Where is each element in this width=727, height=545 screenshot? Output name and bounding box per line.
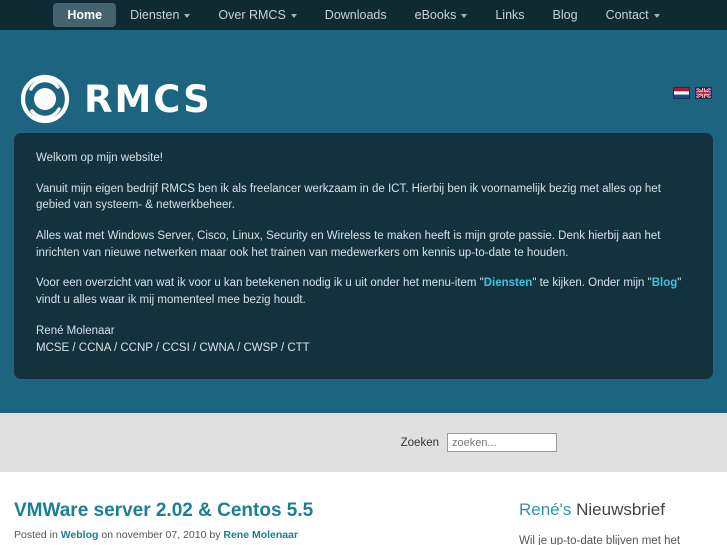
nav-item-diensten[interactable]: Diensten (116, 3, 204, 27)
welcome-paragraph-3: Voor een overzicht van wat ik voor u kan… (36, 275, 691, 308)
search-bar-zone: Zoeken (0, 413, 727, 473)
welcome-p3-part2: " te kijken. Onder mijn " (532, 277, 652, 290)
nav-item-over-rmcs[interactable]: Over RMCS (204, 3, 310, 27)
welcome-panel: Welkom op mijn website! Vanuit mijn eige… (14, 133, 713, 380)
newsletter-title-rest: Nieuwsbrief (571, 500, 665, 520)
newsletter-title-accent: René's (519, 500, 572, 520)
chevron-down-icon (184, 14, 191, 18)
article-meta: Posted in Weblog on november 07, 2010 by… (14, 529, 501, 541)
nav-item-label: Links (495, 8, 525, 22)
chevron-down-icon (290, 14, 297, 18)
link-diensten[interactable]: Diensten (484, 277, 533, 289)
article-title[interactable]: VMWare server 2.02 & Centos 5.5 (14, 500, 501, 522)
nav-item-downloads[interactable]: Downloads (311, 3, 401, 27)
dutch-flag-icon[interactable] (673, 87, 690, 99)
welcome-signature: René Molenaar MCSE / CCNA / CCNP / CCSI … (36, 323, 691, 358)
search-label: Zoeken (400, 436, 439, 449)
meta-prefix: Posted in (14, 529, 61, 542)
main-menu: Home Diensten Over RMCS Downloads eBooks… (53, 3, 673, 27)
welcome-paragraph-2: Alles wat met Windows Server, Cisco, Lin… (36, 230, 661, 259)
nav-item-label: Blog (552, 8, 578, 22)
site-header: RMCS (0, 30, 727, 133)
nav-item-label: Over RMCS (218, 8, 286, 22)
nav-item-label: Diensten (130, 8, 180, 22)
nav-item-label: Contact (605, 8, 649, 22)
main-content: VMWare server 2.02 & Centos 5.5 Posted i… (0, 472, 727, 545)
meta-category-link[interactable]: Weblog (61, 529, 99, 541)
swirl-circle-logo-icon (20, 74, 70, 124)
nav-item-blog[interactable]: Blog (539, 3, 592, 27)
nav-item-links[interactable]: Links (481, 3, 538, 27)
sidebar-column: René's Nieuwsbrief Wil je up-to-date bli… (519, 500, 709, 545)
chevron-down-icon (653, 14, 660, 18)
chevron-down-icon (461, 14, 468, 18)
site-logo[interactable]: RMCS (18, 72, 212, 126)
welcome-paragraph-1: Vanuit mijn eigen bedrijf RMCS ben ik al… (36, 182, 661, 212)
meta-middle: on november 07, 2010 by (98, 529, 224, 542)
signature-name: René Molenaar (36, 324, 115, 337)
signature-certifications: MCSE / CCNA / CCNP / CCSI / CWNA / CWSP … (36, 341, 310, 354)
newsletter-title: René's Nieuwsbrief (519, 500, 709, 520)
welcome-p3-part1: Voor een overzicht van wat ik voor u kan… (36, 277, 484, 290)
english-flag-icon[interactable] (695, 87, 712, 99)
welcome-panel-zone: Welkom op mijn website! Vanuit mijn eige… (0, 133, 727, 414)
article-column: VMWare server 2.02 & Centos 5.5 Posted i… (14, 500, 501, 545)
link-blog[interactable]: Blog (652, 277, 678, 289)
nav-item-label: eBooks (414, 8, 457, 22)
newsletter-description: Wil je up-to-date blijven met het laatst… (519, 535, 681, 545)
top-navigation-bar: Home Diensten Over RMCS Downloads eBooks… (0, 0, 727, 30)
nav-item-ebooks[interactable]: eBooks (401, 3, 482, 27)
brand-name: RMCS (84, 77, 212, 121)
nav-item-home[interactable]: Home (53, 3, 117, 27)
language-switcher (673, 87, 712, 99)
nav-item-label: Downloads (324, 8, 387, 22)
nav-item-contact[interactable]: Contact (592, 3, 674, 27)
meta-author-link[interactable]: Rene Molenaar (223, 529, 298, 541)
welcome-greeting: Welkom op mijn website! (36, 152, 163, 164)
search-input[interactable] (447, 433, 557, 453)
nav-item-label: Home (67, 8, 103, 22)
